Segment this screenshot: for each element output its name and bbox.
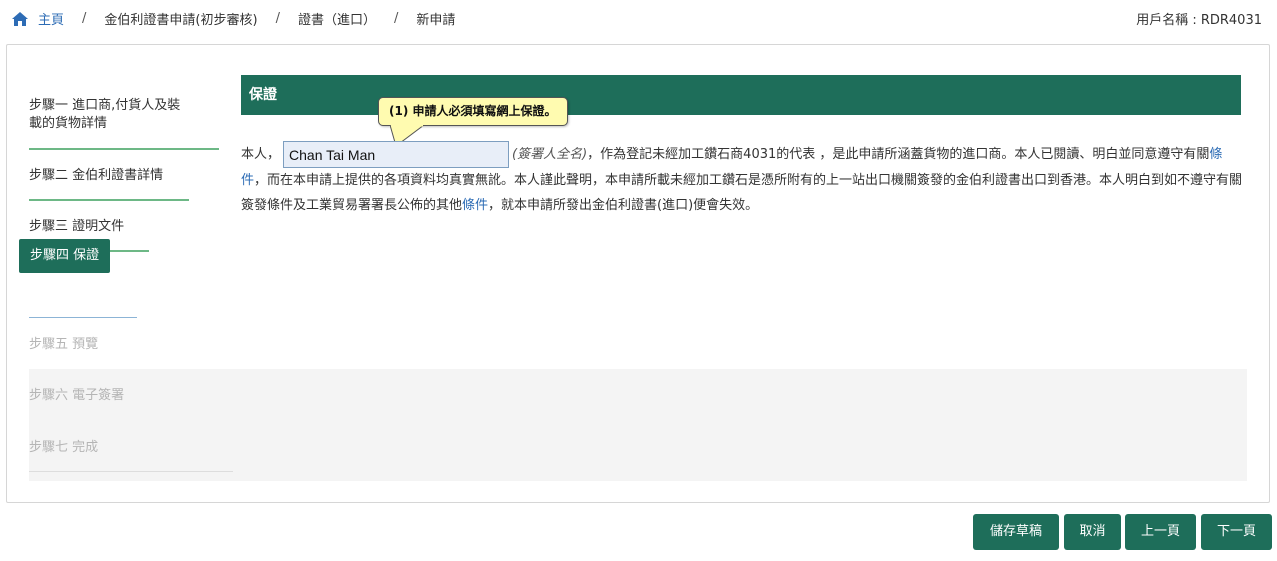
step-5-label: 步驟五 預覽: [29, 337, 99, 352]
breadcrumb-certificate-import: 證書（進口）: [297, 13, 376, 28]
signatory-name-input[interactable]: [283, 141, 510, 168]
breadcrumb-separator: /: [275, 11, 280, 26]
undertaking-declaration: 本人， (簽署人全名)，作為登記未經加工鑽石商4031的代表 ，是此申請所涵蓋貨物…: [241, 141, 1243, 218]
step-7-complete: 步驟七 完成: [29, 439, 98, 457]
step-1-importer-shipper-details[interactable]: 步驟一 進口商,付貨人及裝 載的貨物詳情: [29, 97, 180, 133]
breadcrumb-separator: /: [393, 11, 399, 26]
step-4-undertaking-active[interactable]: 步驟四 保證: [19, 239, 111, 273]
previous-page-button[interactable]: 上一頁: [1125, 514, 1196, 550]
breadcrumb-new-application: 新申請: [416, 13, 456, 28]
validation-tooltip: (1) 申請人必須填寫網上保證。: [378, 97, 568, 126]
breadcrumb-separator: /: [82, 11, 87, 26]
step-2-underline: [29, 199, 189, 201]
breadcrumb: 主頁 / 金伯利證書申請(初步審核) / 證書（進口） / 新申請: [12, 9, 455, 28]
step-3-label: 步驟三 證明文件: [29, 219, 125, 234]
home-icon[interactable]: [12, 11, 28, 26]
disabled-steps-background: [29, 369, 1247, 481]
declaration-text-3: ，就本申請所發出金伯利證書(進口)便會失效。: [488, 198, 759, 213]
breadcrumb-home-link[interactable]: 主頁: [38, 9, 64, 28]
step-2-kp-certificate-details[interactable]: 步驟二 金伯利證書詳情: [29, 167, 163, 185]
declaration-prefix: 本人，: [241, 147, 281, 162]
step-5-preview: 步驟五 預覽: [29, 336, 98, 354]
step-2-label: 步驟二 金伯利證書詳情: [29, 168, 164, 183]
step-1-label-line2: 載的貨物詳情: [29, 116, 108, 131]
declaration-text-1: ，作為登記未經加工鑽石商4031的代表 ，是此申請所涵蓋貨物的進口商。本人已閱讀…: [587, 147, 1210, 162]
step-7-underline: [29, 471, 233, 472]
step-7-label: 步驟七 完成: [29, 440, 99, 455]
step-4-underline: [29, 317, 137, 318]
step-6-e-signature: 步驟六 電子簽署: [29, 387, 124, 405]
save-draft-button[interactable]: 儲存草稿: [973, 514, 1059, 550]
signatory-name-hint: (簽署人全名): [512, 147, 588, 162]
breadcrumb-kp-application: 金伯利證書申請(初步審核): [104, 13, 258, 28]
step-1-label-line1: 步驟一 進口商,付貨人及裝: [29, 98, 181, 113]
step-6-label: 步驟六 電子簽署: [29, 388, 125, 403]
next-page-button[interactable]: 下一頁: [1201, 514, 1272, 550]
conditions-link-2[interactable]: 條件: [462, 198, 488, 213]
main-panel: 步驟一 進口商,付貨人及裝 載的貨物詳情 步驟二 金伯利證書詳情 步驟三 證明文…: [6, 44, 1270, 503]
top-bar: 主頁 / 金伯利證書申請(初步審核) / 證書（進口） / 新申請 用戶名稱 :…: [0, 0, 1277, 36]
step-3-supporting-documents[interactable]: 步驟三 證明文件: [29, 218, 124, 236]
username-label: 用戶名稱 : RDR4031: [1136, 13, 1262, 28]
step-1-underline: [29, 148, 219, 150]
cancel-button[interactable]: 取消: [1064, 514, 1121, 550]
